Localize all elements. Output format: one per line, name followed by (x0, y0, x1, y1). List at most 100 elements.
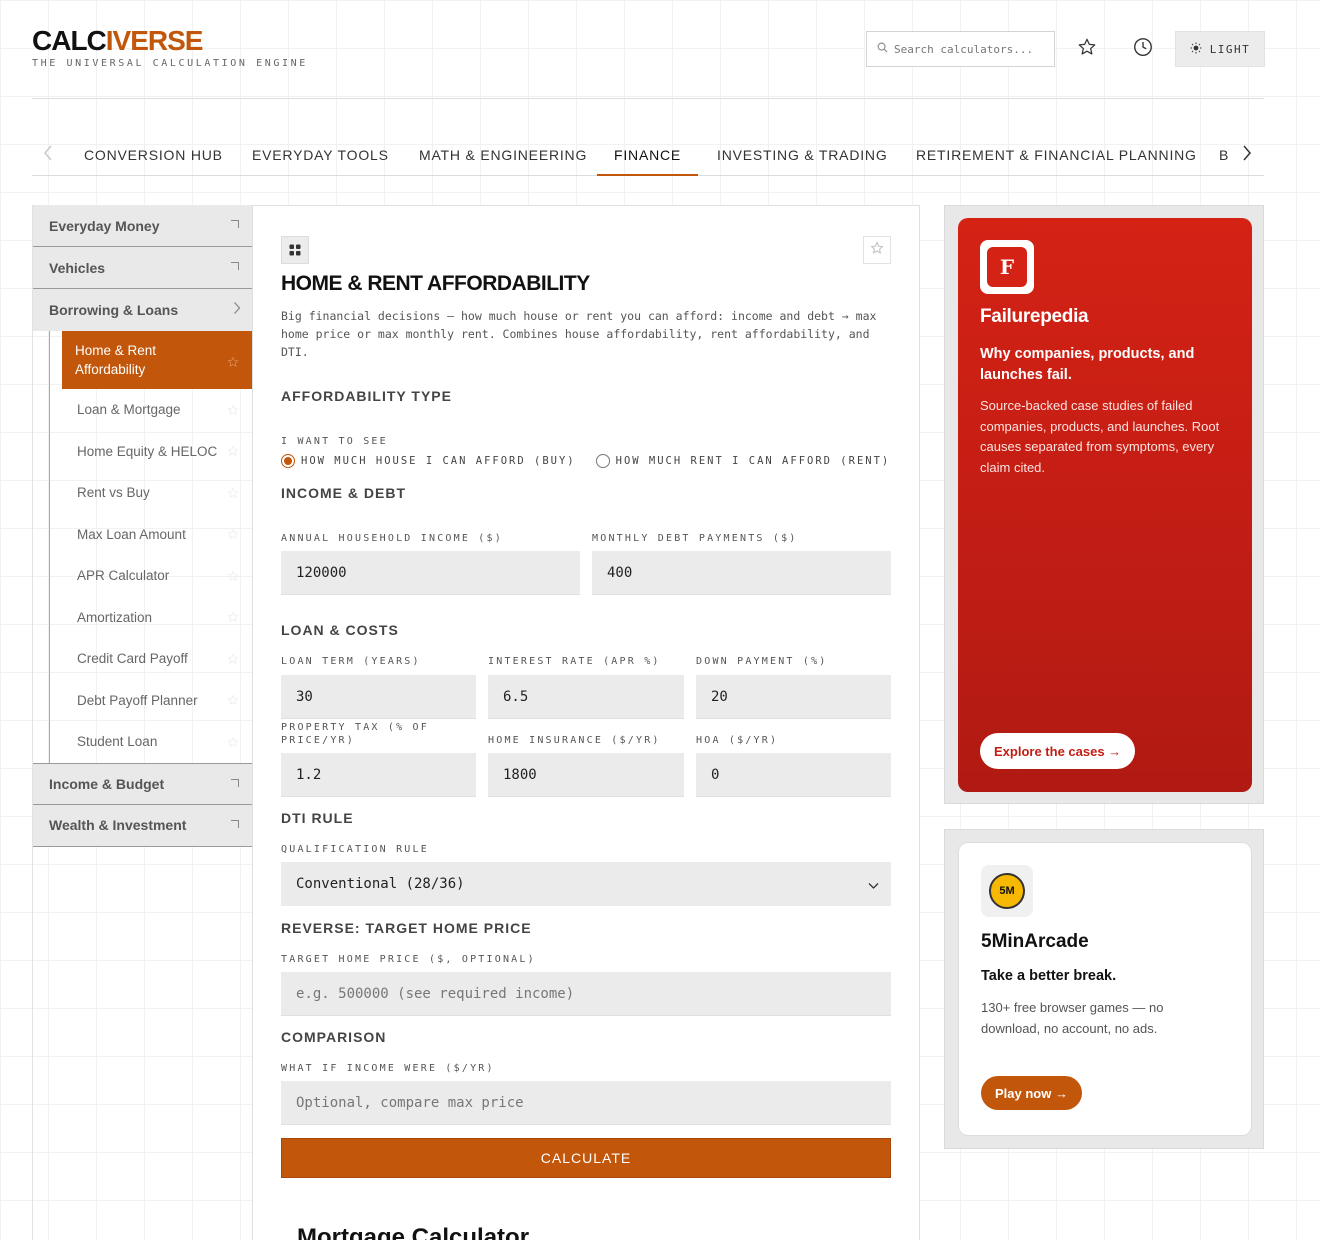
failurepedia-logo-mark: F (987, 247, 1027, 287)
hoa-input[interactable] (696, 753, 891, 797)
property-tax-input[interactable] (281, 753, 476, 797)
monthly-debt-input[interactable] (592, 551, 891, 595)
sidebar-category-wealth-investment[interactable]: Wealth & Investment (33, 804, 253, 847)
ad-headline: Take a better break. (981, 968, 1117, 984)
favorites-button[interactable] (1072, 34, 1102, 64)
next-section-title: Mortgage Calculator (297, 1224, 530, 1240)
favorite-calculator-button[interactable] (863, 236, 891, 264)
star-icon[interactable] (227, 445, 239, 460)
want-to-see-label: I WANT TO SEE (281, 436, 388, 447)
sidebar-item-label: Max Loan Amount (77, 526, 186, 542)
ad-body: 130+ free browser games — no download, n… (981, 1000, 1164, 1036)
radio-buy-label[interactable]: HOW MUCH HOUSE I CAN AFFORD (BUY) (301, 455, 576, 467)
sidebar-item-label: APR Calculator (77, 568, 170, 584)
logo-text-primary: CALC (32, 25, 107, 56)
sidebar-category-vehicles[interactable]: Vehicles (33, 247, 253, 289)
ad-slot-2: 5M 5MinArcade Take a better break. 130+ … (944, 829, 1264, 1149)
home-insurance-input[interactable] (488, 753, 684, 797)
qualification-rule-select[interactable]: Conventional (28/36) (281, 862, 891, 906)
search-box[interactable] (866, 31, 1055, 67)
sidebar-item-home-rent-affordability[interactable]: Home & Rent Affordability (62, 331, 253, 389)
tab-truncated[interactable]: B (1219, 134, 1229, 176)
clock-icon (1132, 36, 1154, 63)
theme-label: LIGHT (1209, 42, 1251, 56)
monthly-debt-label: MONTHLY DEBT PAYMENTS ($) (592, 533, 798, 544)
tabs-scroll-right-button[interactable] (1237, 144, 1257, 166)
down-payment-input[interactable] (696, 675, 891, 719)
sidebar-category-label: Vehicles (49, 259, 106, 276)
star-icon (1077, 37, 1097, 62)
tab-everyday-tools[interactable]: EVERYDAY TOOLS (252, 134, 389, 176)
5minarcade-ad[interactable]: 5M 5MinArcade Take a better break. 130+ … (958, 842, 1252, 1136)
sidebar-item-loan-mortgage[interactable]: Loan & Mortgage (50, 389, 253, 431)
section-heading-income-debt: INCOME & DEBT (281, 485, 406, 501)
sidebar-item-label: Rent vs Buy (77, 485, 150, 501)
interest-rate-input[interactable] (488, 675, 684, 719)
corner-arrow-icon (231, 220, 239, 228)
star-icon[interactable] (227, 570, 239, 585)
tab-conversion-hub[interactable]: CONVERSION HUB (84, 134, 223, 176)
explore-cases-button[interactable]: Explore the cases → (980, 733, 1136, 769)
theme-toggle-button[interactable]: LIGHT (1175, 31, 1265, 67)
history-button[interactable] (1128, 34, 1158, 64)
tabs-scroll-left-button[interactable] (38, 144, 58, 166)
star-icon[interactable] (227, 528, 239, 543)
failurepedia-ad[interactable]: F Failurepedia Why companies, products, … (958, 218, 1252, 792)
corner-arrow-icon (231, 262, 239, 270)
sidebar-category-income-budget[interactable]: Income & Budget (33, 762, 253, 805)
section-heading-loan-costs: LOAN & COSTS (281, 622, 399, 638)
sidebar: Everyday Money Vehicles Borrowing & Loan… (32, 205, 253, 1240)
tab-investing-trading[interactable]: INVESTING & TRADING (717, 134, 888, 176)
loan-term-input[interactable] (281, 675, 476, 719)
tab-retirement-planning[interactable]: RETIREMENT & FINANCIAL PLANNING (916, 134, 1197, 176)
chevron-right-icon (1242, 145, 1252, 166)
corner-arrow-icon (231, 778, 239, 787)
star-icon[interactable] (227, 354, 239, 373)
qualification-rule-value: Conventional (28/36) (296, 876, 465, 892)
down-payment-label: DOWN PAYMENT (%) (696, 656, 828, 667)
star-icon[interactable] (227, 611, 239, 626)
play-now-button[interactable]: Play now → (981, 1076, 1082, 1110)
logo[interactable]: CALCIVERSE THE UNIVERSAL CALCULATION ENG… (32, 25, 308, 70)
radio-rent[interactable] (595, 454, 610, 468)
qualification-rule-label: QUALIFICATION RULE (281, 844, 429, 855)
ad-slot-1: F Failurepedia Why companies, products, … (944, 205, 1264, 804)
sidebar-sublist: Home & Rent Affordability Loan & Mortgag… (49, 331, 253, 763)
sidebar-category-borrowing-loans[interactable]: Borrowing & Loans (33, 289, 253, 331)
section-heading-comparison: COMPARISON (281, 1029, 387, 1045)
radio-rent-label[interactable]: HOW MUCH RENT I CAN AFFORD (RENT) (616, 455, 891, 467)
sidebar-item-rent-vs-buy[interactable]: Rent vs Buy (50, 472, 253, 514)
star-icon[interactable] (227, 404, 239, 419)
ad-body: Source-backed case studies of failed com… (980, 398, 1220, 475)
calculator-description: Big financial decisions — how much house… (281, 309, 877, 359)
target-price-input[interactable] (281, 972, 891, 1016)
header-divider (32, 98, 1264, 99)
tab-finance[interactable]: FINANCE (597, 134, 699, 176)
sidebar-item-label: Loan & Mortgage (77, 402, 181, 418)
star-icon[interactable] (227, 736, 239, 751)
star-icon[interactable] (227, 694, 239, 709)
section-heading-affordability-type: AFFORDABILITY TYPE (281, 388, 452, 404)
sidebar-item-amortization[interactable]: Amortization (50, 597, 253, 639)
5minarcade-logo-mark: 5M (989, 873, 1025, 909)
sidebar-item-credit-card-payoff[interactable]: Credit Card Payoff (50, 638, 253, 680)
tab-math-engineering[interactable]: MATH & ENGINEERING (419, 134, 587, 176)
category-tabs: CONVERSION HUB EVERYDAY TOOLS MATH & ENG… (32, 134, 1264, 176)
failurepedia-logo: F (980, 240, 1034, 294)
search-input[interactable] (894, 42, 1044, 56)
sidebar-item-home-equity-heloc[interactable]: Home Equity & HELOC (50, 431, 253, 473)
radio-buy[interactable] (281, 454, 295, 468)
what-if-income-input[interactable] (281, 1081, 891, 1125)
star-icon[interactable] (227, 487, 239, 502)
sidebar-item-student-loan[interactable]: Student Loan (50, 721, 253, 763)
sidebar-item-max-loan-amount[interactable]: Max Loan Amount (50, 514, 253, 556)
sidebar-item-debt-payoff-planner[interactable]: Debt Payoff Planner (50, 680, 253, 722)
calculator-panel: HOME & RENT AFFORDABILITY Big financial … (252, 205, 920, 1240)
sidebar-category-everyday-money[interactable]: Everyday Money (33, 205, 253, 247)
sidebar-item-apr-calculator[interactable]: APR Calculator (50, 555, 253, 597)
star-icon[interactable] (227, 653, 239, 668)
calculate-button[interactable]: CALCULATE (281, 1138, 891, 1178)
annual-income-input[interactable] (281, 551, 580, 595)
calculator-grid-icon (281, 236, 309, 264)
5minarcade-logo: 5M (981, 865, 1033, 917)
